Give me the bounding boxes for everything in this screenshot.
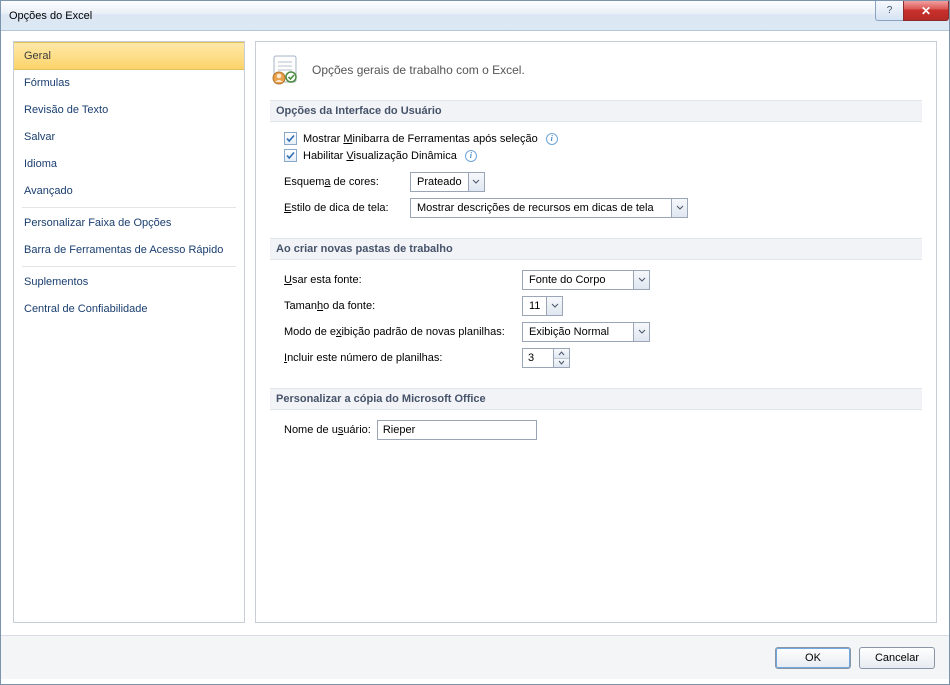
tooltip-style-value: Mostrar descrições de recursos em dicas … <box>411 199 671 217</box>
font-label: Usar esta fonte: <box>284 274 516 286</box>
sidebar-label: Avançado <box>24 185 73 197</box>
page-heading-text: Opções gerais de trabalho com o Excel. <box>312 63 525 77</box>
dialog-button-bar: OK Cancelar <box>1 635 949 679</box>
options-icon <box>270 54 302 86</box>
sidebar-label: Salvar <box>24 131 55 143</box>
page-heading: Opções gerais de trabalho com o Excel. <box>270 54 922 86</box>
cancel-button[interactable]: Cancelar <box>859 647 935 669</box>
close-button[interactable]: ✕ <box>903 1 949 21</box>
sidebar-item-revisao[interactable]: Revisão de Texto <box>14 97 244 124</box>
dropdown-arrow-icon <box>671 199 687 217</box>
sidebar-item-central-confiabilidade[interactable]: Central de Confiabilidade <box>14 296 244 323</box>
checkbox-minibar-label: Mostrar Minibarra de Ferramentas após se… <box>303 133 538 145</box>
font-size-value: 11 <box>523 297 546 315</box>
sidebar-item-suplementos[interactable]: Suplementos <box>14 269 244 296</box>
sidebar-separator <box>22 266 236 267</box>
sidebar-item-avancado[interactable]: Avançado <box>14 178 244 205</box>
font-value: Fonte do Corpo <box>523 271 633 289</box>
dropdown-arrow-icon <box>546 297 562 315</box>
tooltip-style-label: Estilo de dica de tela: <box>284 202 404 214</box>
font-size-label: Tamanho da fonte: <box>284 300 516 312</box>
username-input[interactable] <box>377 420 537 440</box>
sidebar-label: Central de Confiabilidade <box>24 303 148 315</box>
sidebar-item-salvar[interactable]: Salvar <box>14 124 244 151</box>
main-panel: Opções gerais de trabalho com o Excel. O… <box>255 41 937 623</box>
sidebar-label: Revisão de Texto <box>24 104 108 116</box>
sidebar-item-geral[interactable]: Geral <box>14 42 244 70</box>
default-view-value: Exibição Normal <box>523 323 633 341</box>
checkbox-minibar[interactable] <box>284 132 297 145</box>
window-title: Opções do Excel <box>9 10 92 22</box>
section-header-new-workbook: Ao criar novas pastas de trabalho <box>270 238 922 260</box>
dropdown-arrow-icon <box>468 173 484 191</box>
font-size-select[interactable]: 11 <box>522 296 563 316</box>
tooltip-style-select[interactable]: Mostrar descrições de recursos em dicas … <box>410 198 688 218</box>
spinner-up-icon[interactable] <box>554 349 569 359</box>
default-view-label: Modo de exibição padrão de novas planilh… <box>284 326 516 338</box>
sheets-count-spinner[interactable]: 3 <box>522 348 570 368</box>
color-scheme-label: Esquema de cores: <box>284 176 404 188</box>
sidebar-item-barra-acesso-rapido[interactable]: Barra de Ferramentas de Acesso Rápido <box>14 237 244 264</box>
section-header-personalize: Personalizar a cópia do Microsoft Office <box>270 388 922 410</box>
sidebar-item-idioma[interactable]: Idioma <box>14 151 244 178</box>
color-scheme-select[interactable]: Prateado <box>410 172 485 192</box>
spinner-down-icon[interactable] <box>554 359 569 368</box>
close-icon: ✕ <box>921 4 931 18</box>
checkbox-live-preview[interactable] <box>284 149 297 162</box>
info-icon[interactable]: i <box>546 133 558 145</box>
sidebar-label: Personalizar Faixa de Opções <box>24 217 171 229</box>
help-icon: ? <box>887 5 893 16</box>
ok-button[interactable]: OK <box>775 647 851 669</box>
spinner-arrows <box>553 349 569 367</box>
username-label: Nome de usuário: <box>284 424 371 436</box>
category-sidebar: Geral Fórmulas Revisão de Texto Salvar I… <box>13 41 245 623</box>
section-header-ui: Opções da Interface do Usuário <box>270 100 922 122</box>
window-controls: ? ✕ <box>875 1 949 21</box>
info-icon[interactable]: i <box>465 150 477 162</box>
dropdown-arrow-icon <box>633 323 649 341</box>
sidebar-label: Idioma <box>24 158 57 170</box>
sidebar-item-personalizar-faixa[interactable]: Personalizar Faixa de Opções <box>14 210 244 237</box>
sidebar-label: Fórmulas <box>24 77 70 89</box>
sheets-count-label: Incluir este número de planilhas: <box>284 352 516 364</box>
titlebar: Opções do Excel ? ✕ <box>1 1 949 31</box>
sheets-count-value: 3 <box>523 349 553 367</box>
sidebar-separator <box>22 207 236 208</box>
sidebar-label: Geral <box>24 50 51 62</box>
font-select[interactable]: Fonte do Corpo <box>522 270 650 290</box>
sidebar-label: Suplementos <box>24 276 88 288</box>
color-scheme-value: Prateado <box>411 173 468 191</box>
checkbox-live-preview-label: Habilitar Visualização Dinâmica <box>303 150 457 162</box>
default-view-select[interactable]: Exibição Normal <box>522 322 650 342</box>
sidebar-item-formulas[interactable]: Fórmulas <box>14 70 244 97</box>
sidebar-label: Barra de Ferramentas de Acesso Rápido <box>24 244 223 256</box>
dropdown-arrow-icon <box>633 271 649 289</box>
help-button[interactable]: ? <box>875 1 903 21</box>
